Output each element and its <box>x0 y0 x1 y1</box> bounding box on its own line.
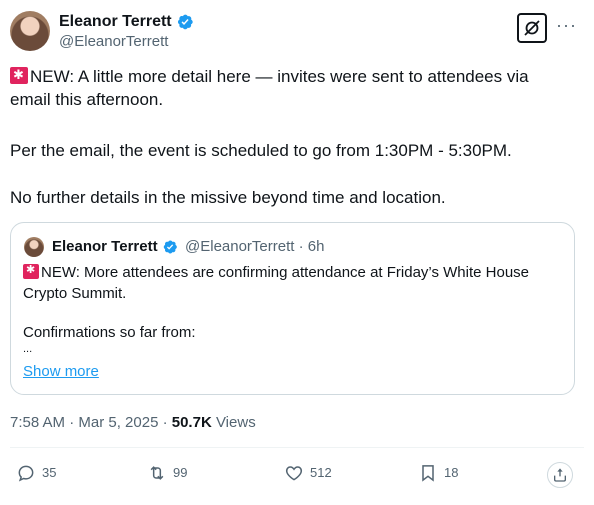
quoted-handle-time: @EleanorTerrett · 6h <box>185 238 325 255</box>
author-avatar[interactable] <box>10 11 50 51</box>
author-handle[interactable]: @EleanorTerrett <box>59 33 168 51</box>
share-button[interactable] <box>547 462 573 488</box>
reply-button[interactable]: 35 <box>16 463 56 483</box>
show-more-link[interactable]: Show more <box>23 363 99 381</box>
post-body-para3: No further details in the missive beyond… <box>10 188 446 207</box>
quoted-text-line2: Crypto Summit. <box>23 285 127 302</box>
quoted-author-avatar <box>24 237 44 257</box>
more-icon[interactable]: ··· <box>556 16 577 34</box>
bookmark-button[interactable]: 18 <box>418 463 458 483</box>
share-icon <box>554 468 566 482</box>
quoted-text-line3: Confirmations so far from: <box>23 324 196 341</box>
author-name-text[interactable]: Eleanor Terrett <box>59 12 172 32</box>
quoted-text-line4: ... <box>23 343 33 355</box>
repost-button[interactable]: 99 <box>147 463 187 483</box>
siren-emoji-icon <box>23 263 39 279</box>
grok-button[interactable] <box>517 13 547 43</box>
views-count: 50.7K <box>171 414 212 431</box>
repost-icon <box>150 466 164 480</box>
quoted-text-line1: NEW: More attendees are confirming atten… <box>23 262 563 283</box>
quoted-author-name: Eleanor Terrett <box>52 238 178 256</box>
author-name[interactable]: Eleanor Terrett <box>59 12 194 32</box>
bookmark-icon <box>422 465 434 482</box>
reply-icon <box>18 465 34 482</box>
verified-badge-icon <box>177 14 193 30</box>
post-timestamp[interactable]: 7:58 AM · Mar 5, 2025 · 50.7K Views <box>10 414 256 432</box>
post-body-para2: Per the email, the event is scheduled to… <box>10 141 512 160</box>
post-body-line1: NEW: A little more detail here — invites… <box>10 65 570 111</box>
verified-badge-icon <box>163 240 177 254</box>
grok-icon <box>524 20 540 36</box>
siren-emoji-icon <box>10 66 28 84</box>
like-icon <box>285 466 303 481</box>
divider <box>10 447 584 448</box>
like-button[interactable]: 512 <box>284 463 332 483</box>
